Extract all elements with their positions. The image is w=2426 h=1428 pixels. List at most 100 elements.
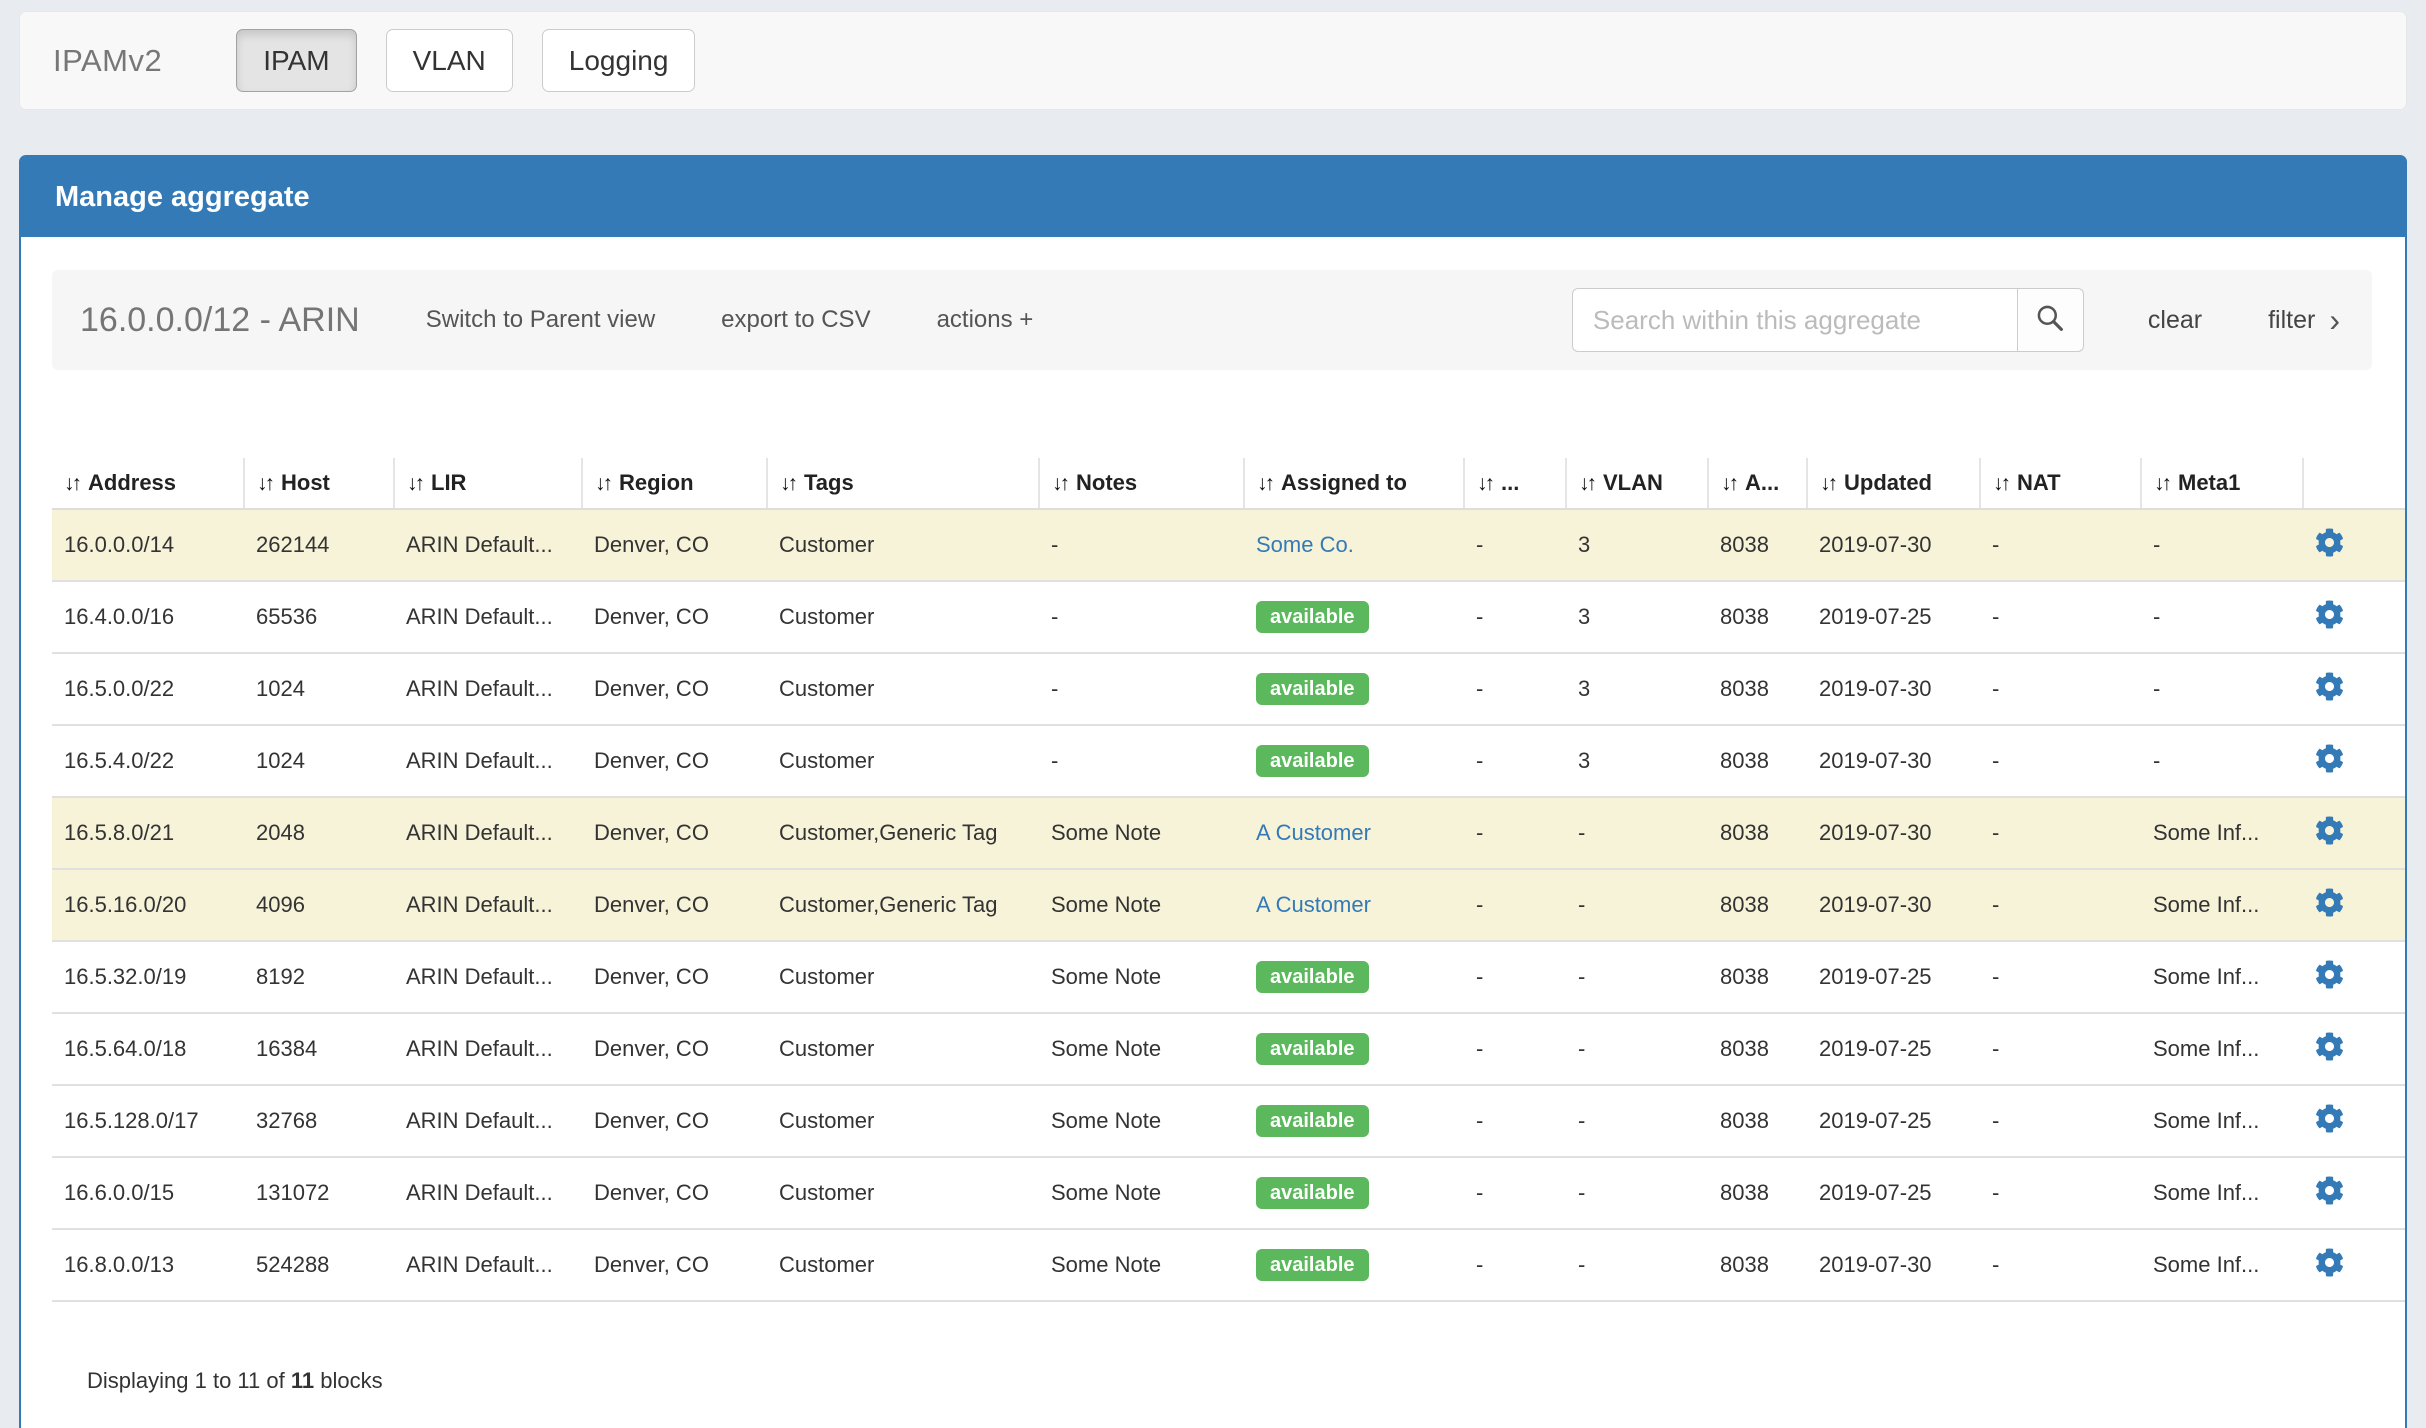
gear-icon[interactable] [2315, 528, 2344, 557]
meta1-cell: Some Inf... [2141, 1157, 2303, 1229]
asn-cell: 8038 [1708, 509, 1807, 581]
gear-icon[interactable] [2315, 888, 2344, 917]
blocks-table: ↓↑Address↓↑Host↓↑LIR↓↑Region↓↑Tags↓↑Note… [52, 458, 2405, 1302]
column-header-meta1[interactable]: ↓↑Meta1 [2141, 458, 2303, 509]
search-group [1572, 288, 2084, 352]
column-label: Address [88, 470, 176, 495]
assigned-cell: A Customer [1244, 869, 1464, 941]
region-cell: Denver, CO [582, 653, 767, 725]
nat-cell: - [1980, 653, 2141, 725]
lir-cell: ARIN Default... [394, 869, 582, 941]
search-button[interactable] [2018, 288, 2084, 352]
address-cell: 16.6.0.0/15 [52, 1157, 244, 1229]
assigned-customer-link[interactable]: A Customer [1256, 820, 1371, 845]
page: IPAMv2 IPAM VLAN Logging Manage aggregat… [0, 0, 2426, 1428]
panel-body: 16.0.0.0/12 - ARIN Switch to Parent view… [21, 237, 2405, 1394]
tags-cell: Customer [767, 581, 1039, 653]
assigned-customer-link[interactable]: A Customer [1256, 892, 1371, 917]
region-cell: Denver, CO [582, 1013, 767, 1085]
updated-cell: 2019-07-25 [1807, 581, 1980, 653]
meta1-cell: - [2141, 653, 2303, 725]
lir-cell: ARIN Default... [394, 725, 582, 797]
available-badge: available [1256, 961, 1369, 993]
region-cell: Denver, CO [582, 1085, 767, 1157]
gear-icon[interactable] [2315, 672, 2344, 701]
asn-cell: 8038 [1708, 725, 1807, 797]
table-row: 16.5.128.0/1732768ARIN Default...Denver,… [52, 1085, 2405, 1157]
column-header-lir[interactable]: ↓↑LIR [394, 458, 582, 509]
gear-icon[interactable] [2315, 1032, 2344, 1061]
vlan-cell: - [1566, 941, 1708, 1013]
column-header-assigned-to[interactable]: ↓↑Assigned to [1244, 458, 1464, 509]
extra-cell: - [1464, 653, 1566, 725]
column-header-nat[interactable]: ↓↑NAT [1980, 458, 2141, 509]
available-badge: available [1256, 1033, 1369, 1065]
clear-filter-link[interactable]: clear [2148, 306, 2202, 335]
gear-icon[interactable] [2315, 1104, 2344, 1133]
address-cell: 16.5.0.0/22 [52, 653, 244, 725]
column-header-vlan[interactable]: ↓↑VLAN [1566, 458, 1708, 509]
gear-icon[interactable] [2315, 816, 2344, 845]
row-actions-cell [2303, 509, 2405, 581]
gear-icon[interactable] [2315, 1176, 2344, 1205]
search-input[interactable] [1572, 288, 2018, 352]
column-header-truncated[interactable]: ↓↑... [1464, 458, 1566, 509]
table-header-row: ↓↑Address↓↑Host↓↑LIR↓↑Region↓↑Tags↓↑Note… [52, 458, 2405, 509]
tab-logging[interactable]: Logging [542, 29, 696, 92]
gear-icon[interactable] [2315, 744, 2344, 773]
switch-parent-view-link[interactable]: Switch to Parent view [426, 306, 655, 334]
assigned-cell: available [1244, 1229, 1464, 1301]
pagination-status: Displaying 1 to 11 of 11 blocks [87, 1368, 2405, 1394]
updated-cell: 2019-07-25 [1807, 1157, 1980, 1229]
actions-menu-link[interactable]: actions + [937, 306, 1034, 334]
vlan-cell: - [1566, 1157, 1708, 1229]
meta1-cell: Some Inf... [2141, 869, 2303, 941]
tags-cell: Customer [767, 1013, 1039, 1085]
filter-link[interactable]: filter › [2268, 304, 2340, 336]
extra-cell: - [1464, 1085, 1566, 1157]
status-suffix: blocks [314, 1368, 382, 1393]
available-badge: available [1256, 1177, 1369, 1209]
assigned-cell: A Customer [1244, 797, 1464, 869]
column-header-region[interactable]: ↓↑Region [582, 458, 767, 509]
tab-ipam[interactable]: IPAM [236, 29, 356, 92]
nat-cell: - [1980, 1085, 2141, 1157]
table-row: 16.0.0.0/14262144ARIN Default...Denver, … [52, 509, 2405, 581]
host-cell: 1024 [244, 653, 394, 725]
region-cell: Denver, CO [582, 1157, 767, 1229]
row-actions-cell [2303, 1013, 2405, 1085]
column-header-address[interactable]: ↓↑Address [52, 458, 244, 509]
gear-icon[interactable] [2315, 1248, 2344, 1277]
asn-cell: 8038 [1708, 941, 1807, 1013]
column-header-host[interactable]: ↓↑Host [244, 458, 394, 509]
column-label: Updated [1844, 470, 1932, 495]
tab-vlan[interactable]: VLAN [386, 29, 513, 92]
available-badge: available [1256, 1105, 1369, 1137]
sort-icon: ↓↑ [1820, 472, 1835, 495]
assigned-customer-link[interactable]: Some Co. [1256, 532, 1354, 557]
column-label: LIR [431, 470, 466, 495]
vlan-cell: - [1566, 797, 1708, 869]
extra-cell: - [1464, 509, 1566, 581]
tags-cell: Customer,Generic Tag [767, 797, 1039, 869]
meta1-cell: Some Inf... [2141, 797, 2303, 869]
column-header-a-truncated[interactable]: ↓↑A... [1708, 458, 1807, 509]
export-csv-link[interactable]: export to CSV [721, 306, 870, 334]
notes-cell: - [1039, 509, 1244, 581]
extra-cell: - [1464, 581, 1566, 653]
column-header-notes[interactable]: ↓↑Notes [1039, 458, 1244, 509]
updated-cell: 2019-07-25 [1807, 941, 1980, 1013]
row-actions-cell [2303, 1085, 2405, 1157]
column-header-updated[interactable]: ↓↑ Updated [1807, 458, 1980, 509]
available-badge: available [1256, 601, 1369, 633]
gear-icon[interactable] [2315, 600, 2344, 629]
vlan-cell: 3 [1566, 653, 1708, 725]
tags-cell: Customer [767, 653, 1039, 725]
column-header-tags[interactable]: ↓↑Tags [767, 458, 1039, 509]
nat-cell: - [1980, 941, 2141, 1013]
column-label: Notes [1076, 470, 1137, 495]
gear-icon[interactable] [2315, 960, 2344, 989]
tags-cell: Customer [767, 509, 1039, 581]
address-cell: 16.5.32.0/19 [52, 941, 244, 1013]
updated-cell: 2019-07-30 [1807, 509, 1980, 581]
